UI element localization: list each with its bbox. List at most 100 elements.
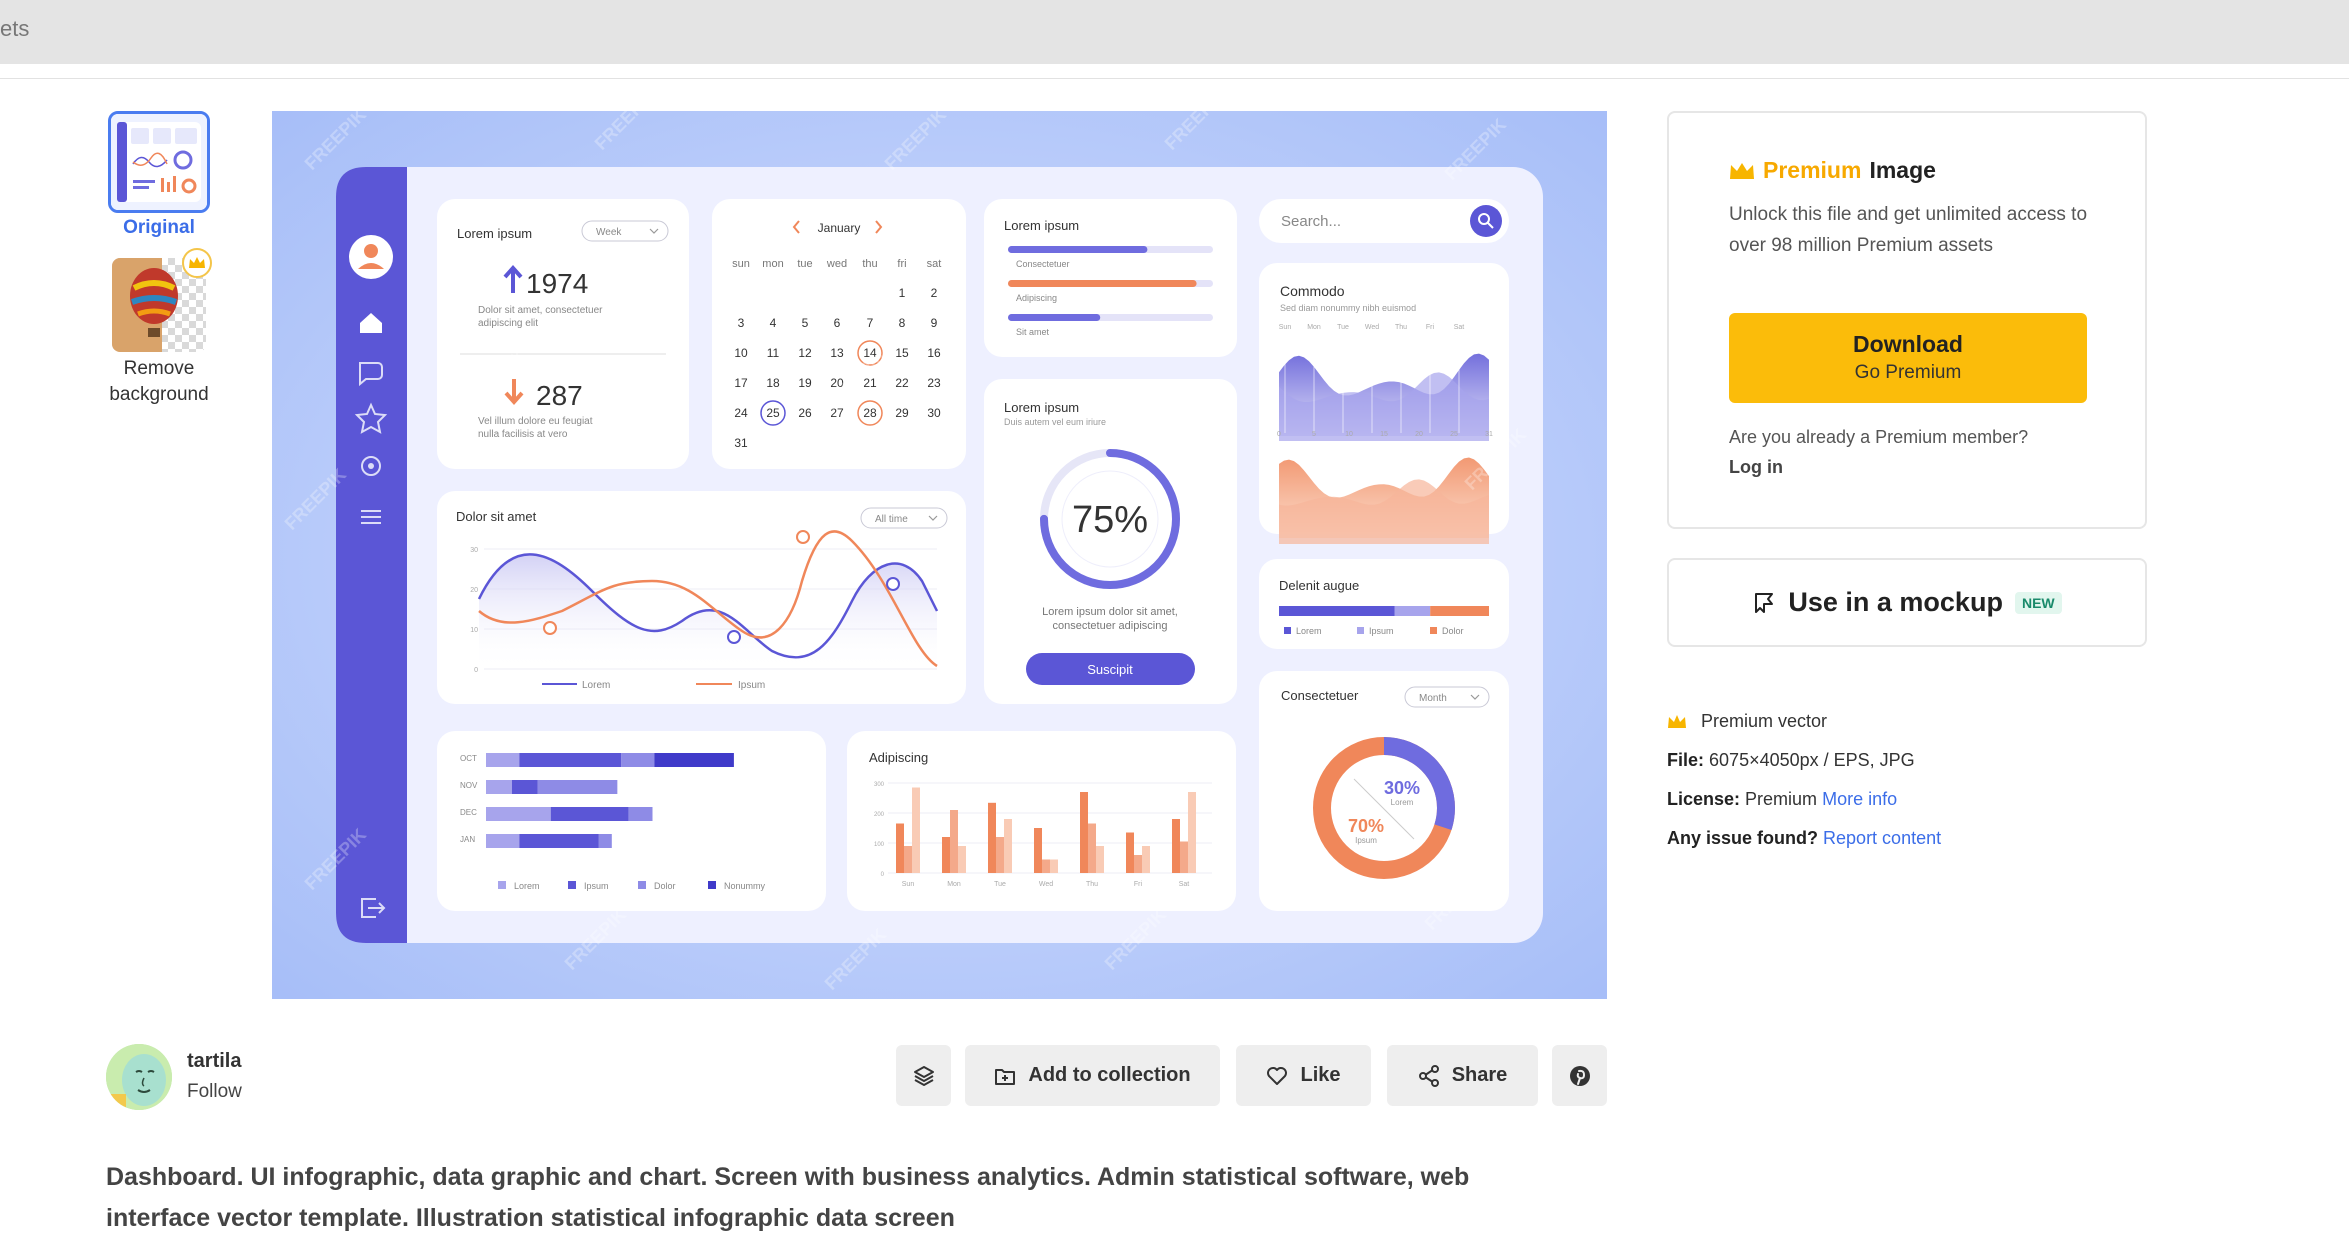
mockup-icon [1755, 592, 1774, 613]
stat-value-up: 1974 [526, 268, 588, 299]
line-chart-point [796, 530, 810, 544]
hbar-segment [486, 834, 520, 848]
preview-image[interactable]: Lorem ipsum Week 1974 Dolor sit amet, conse… [272, 111, 1607, 999]
hbar-segment [519, 834, 599, 848]
delenit-segment [1394, 606, 1431, 616]
commodo-day-label: Tue [1337, 324, 1349, 331]
premium-crown-badge [182, 248, 212, 278]
progress-fill [1008, 246, 1148, 253]
like-label: Like [1300, 1064, 1341, 1086]
download-button[interactable]: Download Go Premium [1729, 313, 2087, 403]
calendar-weekday: sat [927, 258, 942, 270]
top-search-text[interactable]: ets [0, 16, 29, 42]
vbar-bar [1134, 855, 1142, 873]
calendar-day: 24 [734, 406, 748, 420]
vbar-y-tick: 200 [874, 812, 885, 818]
calendar-day: 5 [802, 316, 809, 330]
stat-text-down-1: Vel illum dolore eu feugiat [478, 416, 593, 427]
login-link[interactable]: Log in [1729, 457, 1783, 478]
commodo-day-label: Sun [1279, 324, 1292, 331]
legend-swatch [568, 881, 576, 889]
commodo-tick-label: 15 [1380, 431, 1388, 438]
commodo-title: Commodo [1280, 283, 1345, 299]
report-content-link[interactable]: Report content [1823, 828, 1941, 848]
add-folder-icon [995, 1068, 1016, 1085]
vbar-bar [942, 837, 950, 873]
author-name[interactable]: tartila [187, 1050, 241, 1073]
heart-icon [1267, 1066, 1288, 1085]
suscipit-button-label: Suscipit [1087, 662, 1133, 677]
vbar-y-tick: 300 [874, 782, 885, 788]
vbar-day-label: Sun [902, 881, 915, 888]
calendar-day: 12 [798, 346, 812, 360]
donut-label-lorem: Lorem [1391, 798, 1414, 807]
issue-info: Any issue found? Report content [1667, 828, 1941, 849]
calendar-day: 2 [931, 286, 938, 300]
vbar-bar [1080, 792, 1088, 873]
file-info: File: 6075×4050px / EPS, JPG [1667, 750, 1915, 771]
line-chart-legend-lorem: Lorem [582, 680, 610, 691]
go-premium-label: Go Premium [1854, 362, 1962, 383]
calendar-day: 18 [766, 376, 780, 390]
delenit-title: Delenit augue [1279, 578, 1359, 593]
calendar-day: 1 [899, 286, 906, 300]
share-button[interactable]: Share [1387, 1045, 1538, 1106]
calendar-weekday: wed [826, 258, 847, 270]
issue-label: Any issue found? [1667, 828, 1819, 848]
commodo-tick-label: 5 [1312, 431, 1316, 438]
gauge-subtitle: Duis autem vel eum iriure [1004, 417, 1106, 427]
vbar-day-label: Fri [1134, 881, 1143, 888]
calendar-day: 26 [798, 406, 812, 420]
remove-background-label[interactable]: Remove background [90, 356, 228, 408]
legend-swatch [708, 881, 716, 889]
calendar-day: 19 [798, 376, 812, 390]
stat-card-title: Lorem ipsum [457, 226, 532, 241]
layers-button[interactable] [896, 1045, 951, 1106]
calendar-day: 15 [895, 346, 909, 360]
legend-swatch [498, 881, 506, 889]
like-button[interactable]: Like [1236, 1045, 1371, 1106]
dashboard-illustration: Lorem ipsum Week1974Dolor sit amet, conse… [272, 111, 1607, 999]
donut-label-ipsum: Ipsum [1355, 836, 1377, 845]
hbar-category-label: DEC [460, 808, 477, 817]
calendar-day: 7 [867, 316, 874, 330]
new-badge: NEW [2014, 591, 2062, 614]
vbar-day-label: Tue [994, 881, 1006, 888]
use-in-mockup-button[interactable]: Use in a mockup NEW [1667, 558, 2147, 647]
legend-swatch [1284, 627, 1291, 634]
progress-fill [1008, 280, 1197, 287]
vbar-bar [1088, 823, 1096, 873]
pinterest-button[interactable] [1552, 1045, 1607, 1106]
author-avatar[interactable] [106, 1044, 172, 1110]
calendar-day: 13 [830, 346, 844, 360]
hbar-category-label: NOV [460, 781, 478, 790]
thumbnail-original-label[interactable]: Original [100, 217, 218, 239]
commodo-tick-label: 20 [1415, 431, 1423, 438]
follow-button[interactable]: Follow [187, 1081, 242, 1103]
gauge-title: Lorem ipsum [1004, 400, 1079, 415]
vbar-bar [958, 846, 966, 873]
vbar-bar [1034, 828, 1042, 873]
hbar-legend-label: Ipsum [584, 881, 609, 891]
thumbnail-original[interactable] [108, 111, 210, 213]
stat-text-up-2: adipiscing elit [478, 318, 538, 329]
commodo-tick-label: 10 [1345, 431, 1353, 438]
vbar-bar [1050, 859, 1058, 873]
vbar-bar [1042, 859, 1050, 873]
premium-title: Premium Image [1729, 157, 1936, 184]
file-value: 6075×4050px / EPS, JPG [1709, 750, 1915, 770]
more-info-link[interactable]: More info [1822, 789, 1897, 809]
stat-value-down: 287 [536, 380, 583, 411]
file-label: File: [1667, 750, 1705, 770]
crown-icon [1668, 714, 1686, 728]
delenit-segment [1279, 606, 1395, 616]
progress-label: Consectetuer [1016, 259, 1070, 269]
hbar-category-label: OCT [460, 754, 477, 763]
hbar-segment [486, 807, 551, 821]
line-chart-point [727, 630, 741, 644]
vbar-day-label: Sat [1179, 881, 1190, 888]
add-to-collection-button[interactable]: Add to collection [965, 1045, 1220, 1106]
license-info: License: Premium More info [1667, 789, 1897, 810]
calendar-day: 3 [738, 316, 745, 330]
vbar-bar [896, 823, 904, 873]
